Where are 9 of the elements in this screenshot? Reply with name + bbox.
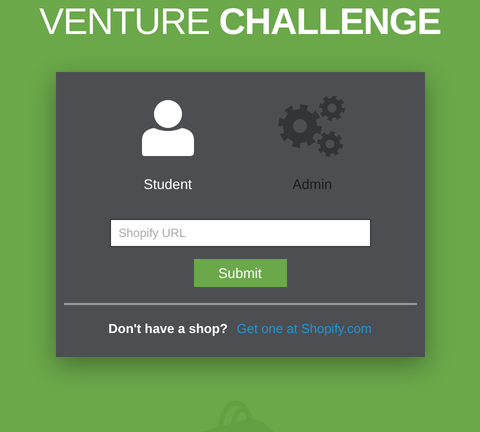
role-label: Student (144, 175, 192, 194)
gears-icon (278, 96, 346, 158)
person-icon (142, 100, 194, 158)
shopify-link[interactable]: Get one at Shopify.com (236, 319, 372, 338)
page-title: VENTURE CHALLENGE (39, 0, 441, 44)
no-shop-prompt: Don't have a shop? (108, 320, 228, 338)
role-option[interactable]: Student (112, 96, 223, 195)
shopify-url-field[interactable]: Shopify URL (110, 219, 370, 247)
submit-button[interactable]: Submit (194, 259, 286, 287)
